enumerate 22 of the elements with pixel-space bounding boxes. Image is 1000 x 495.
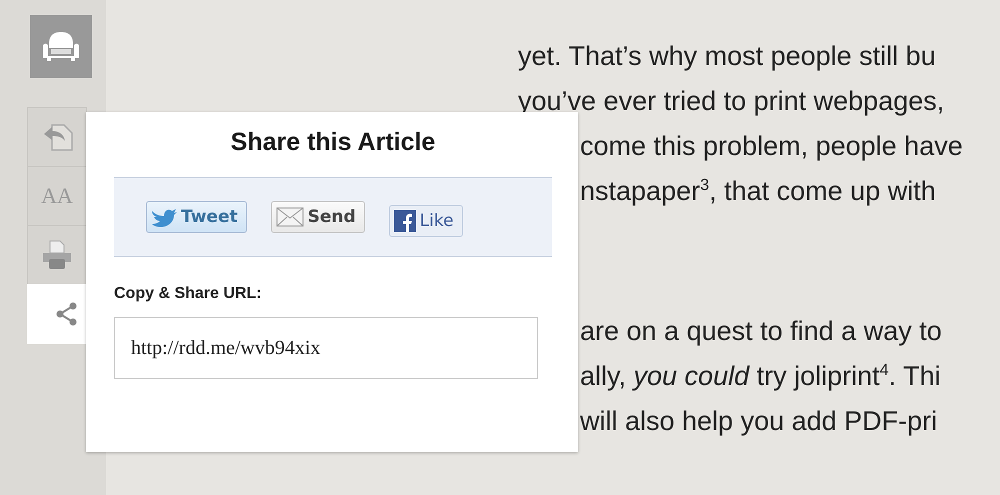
article-text-line: are on a quest to find a way to (580, 315, 942, 348)
url-label: Copy & Share URL: (114, 285, 262, 303)
article-text-line: will also help you add PDF-pri (580, 405, 938, 438)
article-text-line: ally, you could try joliprint$^{4}$. Thi (580, 360, 941, 393)
article-text-line: come this problem, people have (580, 130, 963, 163)
like-button[interactable]: Like (388, 205, 463, 237)
logo-tile[interactable] (30, 15, 92, 78)
popup-title: Share this Article (230, 128, 436, 157)
bird-icon (151, 207, 177, 227)
print-button[interactable] (27, 225, 87, 285)
article-text-line: nstapaper$^{3}$, that come up with (580, 175, 936, 208)
facebook-icon (394, 210, 416, 232)
printer-icon (41, 239, 73, 271)
article-text-line: you’ve ever tried to print webpages, (518, 85, 944, 118)
tweet-button[interactable]: Tweet (146, 201, 247, 233)
url-field[interactable]: http://rdd.me/wvb94xix (114, 317, 538, 379)
send-button[interactable]: Send (270, 201, 365, 233)
share-icon (55, 302, 79, 326)
back-button[interactable] (27, 107, 87, 167)
article-text-line: yet. That’s why most people still bu (518, 40, 936, 73)
envelope-icon (276, 207, 304, 227)
armchair-icon (41, 30, 81, 64)
